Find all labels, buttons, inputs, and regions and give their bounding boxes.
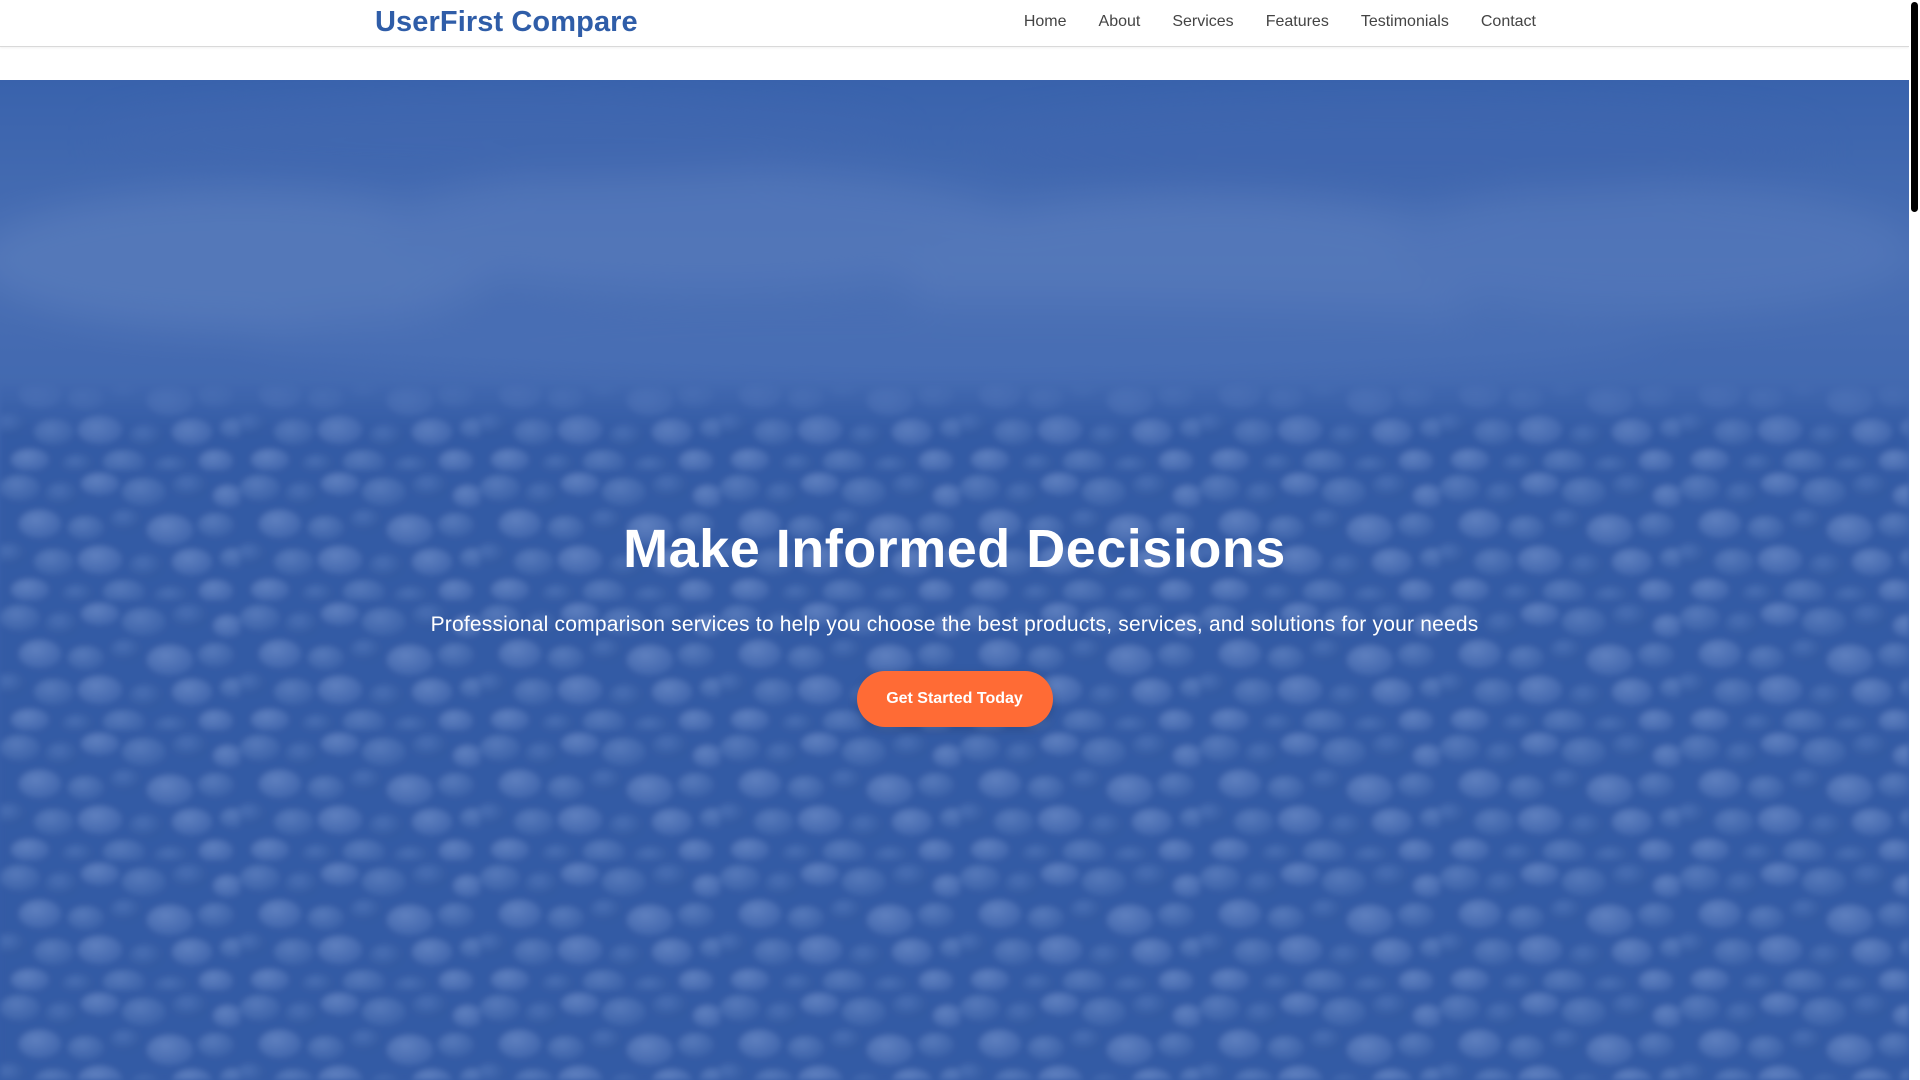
page: UserFirst Compare Home About Services Fe… [0,0,1920,1080]
nav-link-home[interactable]: Home [1024,13,1067,31]
hero-content: Make Informed Decisions Professional com… [0,519,1909,728]
hero-subtitle: Professional comparison services to help… [430,613,1479,637]
nav-link-contact[interactable]: Contact [1481,13,1536,31]
hero-section: Make Informed Decisions Professional com… [0,80,1909,1080]
site-header: UserFirst Compare Home About Services Fe… [0,0,1909,47]
nav-link-features[interactable]: Features [1266,13,1329,31]
brand-logo[interactable]: UserFirst Compare [375,6,638,39]
vertical-scrollbar[interactable] [1909,0,1920,1080]
nav-link-services[interactable]: Services [1172,13,1233,31]
scrollbar-thumb[interactable] [1911,2,1918,212]
get-started-button[interactable]: Get Started Today [856,671,1053,728]
browser-viewport: UserFirst Compare Home About Services Fe… [0,0,1909,1080]
main-nav: Home About Services Features Testimonial… [1024,13,1536,31]
nav-link-testimonials[interactable]: Testimonials [1361,13,1449,31]
nav-link-about[interactable]: About [1099,13,1141,31]
hero-title: Make Informed Decisions [623,519,1286,579]
